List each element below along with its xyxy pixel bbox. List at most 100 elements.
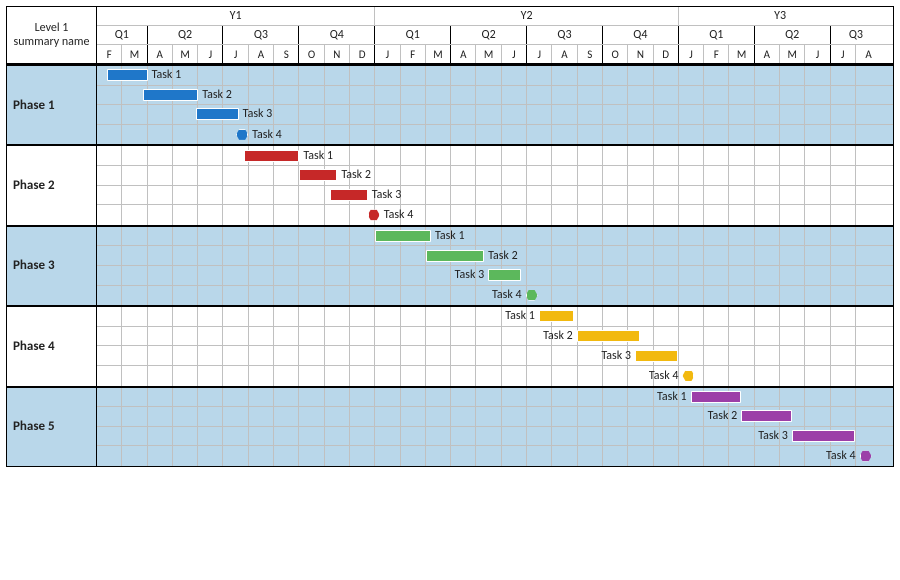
milestone-icon	[682, 370, 694, 382]
bar-fill	[107, 69, 147, 81]
task-bar: Task 1	[375, 229, 464, 243]
milestone: Task 4	[368, 208, 414, 222]
month-header: A	[249, 45, 274, 63]
month-header: J	[223, 45, 248, 63]
task-label: Task 4	[649, 369, 679, 383]
phase-body: Task 1 Task 2 Task 3 Task 4	[97, 64, 893, 144]
bar-fill	[244, 150, 300, 162]
month-header: M	[729, 45, 754, 63]
month-header: O	[299, 45, 324, 63]
bar-fill	[330, 189, 368, 201]
task-bar: Task 2	[543, 329, 640, 343]
task-row: Task 4	[97, 446, 893, 466]
bar-fill	[577, 330, 640, 342]
task-label: Task 4	[492, 288, 522, 302]
bar-fill	[691, 391, 742, 403]
quarter-header: Q2	[148, 26, 224, 44]
task-bar: Task 3	[330, 188, 402, 202]
phase-body: Task 1Task 2Task 3Task 4	[97, 144, 893, 224]
task-row: Task 4	[97, 125, 893, 145]
phase-body: Task 1 Task 2 Task 3 Task 4	[97, 386, 893, 466]
bar-fill	[196, 108, 239, 120]
quarter-header: Q1	[679, 26, 755, 44]
task-row: Task 3	[97, 346, 893, 366]
quarter-header: Q2	[451, 26, 527, 44]
task-label: Task 1	[303, 149, 333, 163]
month-header: J	[831, 45, 856, 63]
bar-fill	[635, 350, 678, 362]
task-label: Task 4	[384, 208, 414, 222]
task-row: Task 1	[97, 227, 893, 247]
month-header: S	[274, 45, 299, 63]
milestone-icon	[236, 129, 248, 141]
task-row: Task 2	[97, 327, 893, 347]
milestone-icon	[368, 209, 380, 221]
milestone: Task 4	[826, 449, 872, 463]
year-header: Y1	[97, 7, 375, 25]
task-bar: Task 1	[107, 68, 181, 82]
month-header: J	[198, 45, 223, 63]
task-bar: Task 2	[143, 88, 232, 102]
task-label: Task 1	[657, 390, 687, 404]
task-bar: Task 3	[601, 349, 678, 363]
month-header: J	[375, 45, 400, 63]
task-row: Task 3	[97, 266, 893, 286]
gantt-chart: Level 1 summary name Y1Y2Y3 Q1Q2Q3Q4Q1Q2…	[6, 6, 894, 467]
task-label: Task 2	[488, 249, 518, 263]
month-header: A	[755, 45, 780, 63]
month-header: N	[325, 45, 350, 63]
bar-fill	[741, 410, 792, 422]
bar-fill	[792, 430, 855, 442]
month-header: J	[679, 45, 704, 63]
task-label: Task 3	[601, 349, 631, 363]
quarter-header: Q3	[223, 26, 299, 44]
phase-label: Phase 1	[7, 64, 97, 144]
task-row: Task 3	[97, 186, 893, 206]
phase-body: Task 1 Task 2 Task 3 Task 4	[97, 305, 893, 385]
task-label: Task 1	[505, 309, 535, 323]
phase-label: Phase 4	[7, 305, 97, 385]
task-bar: Task 3	[455, 268, 521, 282]
task-row: Task 3	[97, 105, 893, 125]
task-row: Task 4	[97, 286, 893, 306]
year-header: Y2	[375, 7, 679, 25]
quarter-header: Q2	[755, 26, 831, 44]
phase-label: Phase 5	[7, 386, 97, 466]
task-label: Task 2	[543, 329, 573, 343]
month-header: A	[552, 45, 577, 63]
quarter-header: Q3	[527, 26, 603, 44]
task-row: Task 1	[97, 146, 893, 166]
task-label: Task 2	[708, 409, 738, 423]
task-label: Task 3	[243, 107, 273, 121]
month-header: M	[476, 45, 501, 63]
task-label: Task 4	[252, 128, 282, 142]
task-label: Task 1	[435, 229, 465, 243]
task-row: Task 2	[97, 246, 893, 266]
quarter-header: Q3	[831, 26, 882, 44]
month-header: O	[603, 45, 628, 63]
task-row: Task 1	[97, 388, 893, 408]
task-row: Task 1	[97, 307, 893, 327]
task-label: Task 1	[152, 68, 182, 82]
task-bar: Task 3	[196, 107, 273, 121]
month-header: D	[350, 45, 375, 63]
bar-fill	[426, 250, 484, 262]
task-label: Task 2	[202, 88, 232, 102]
year-header-row: Y1Y2Y3	[97, 7, 893, 26]
month-header: S	[578, 45, 603, 63]
task-label: Task 3	[758, 429, 788, 443]
month-header: A	[856, 45, 881, 63]
bar-fill	[375, 230, 431, 242]
task-row: Task 4	[97, 366, 893, 386]
phase-body: Task 1 Task 2 Task 3 Task 4	[97, 225, 893, 305]
bar-fill	[143, 89, 199, 101]
milestone-icon	[526, 289, 538, 301]
task-bar: Task 1	[505, 309, 574, 323]
month-header: F	[401, 45, 426, 63]
quarter-header: Q4	[603, 26, 679, 44]
quarter-header: Q4	[299, 26, 375, 44]
month-header: A	[148, 45, 173, 63]
month-header: J	[527, 45, 552, 63]
month-header: J	[805, 45, 830, 63]
month-header: N	[628, 45, 653, 63]
